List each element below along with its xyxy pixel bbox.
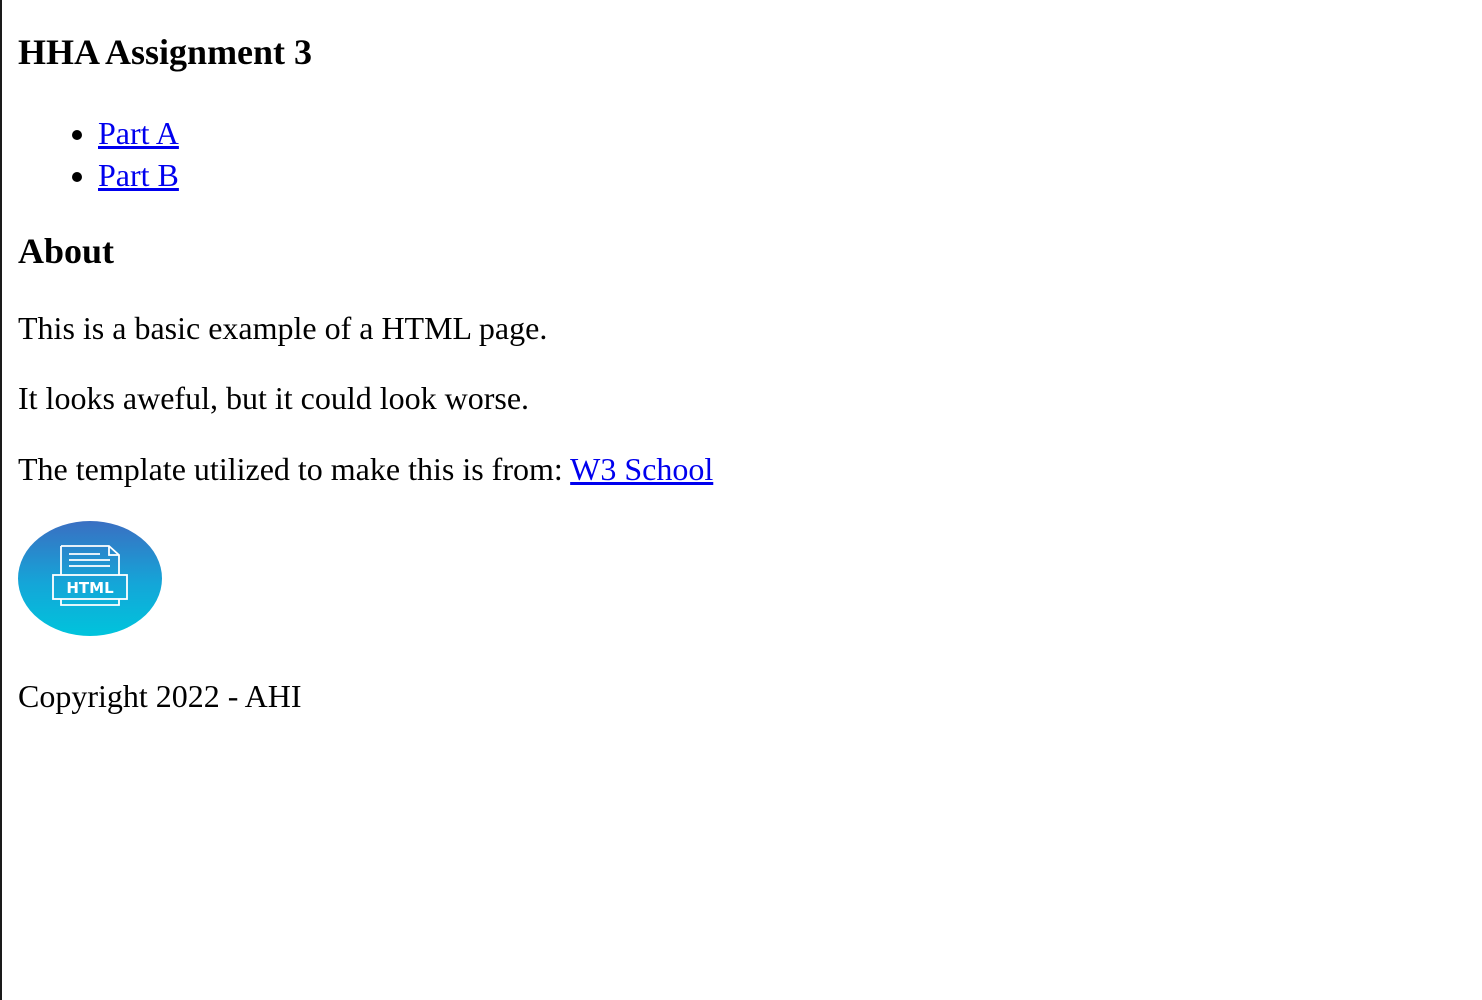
about-paragraph-1: This is a basic example of a HTML page. [18,310,548,346]
html-file-icon: HTML [18,521,162,636]
list-item: Part A [98,112,179,154]
about-paragraph-2: It looks aweful, but it could look worse… [18,380,530,416]
html-logo: HTML [18,521,162,636]
list-item: Part B [98,154,179,196]
nav-link-part-b[interactable]: Part B [98,157,179,193]
w3-school-link[interactable]: W3 School [570,451,713,487]
page-left-border [0,0,2,1000]
page-title: HHA Assignment 3 [18,32,313,72]
template-source-text: The template utilized to make this is fr… [18,451,571,487]
nav-list: Part A Part B [18,112,179,196]
about-paragraph-3: The template utilized to make this is fr… [18,449,713,489]
nav-link-part-a[interactable]: Part A [98,115,179,151]
copyright-footer: Copyright 2022 - AHI [18,678,302,714]
about-heading: About [18,231,115,271]
html-label-text: HTML [66,579,114,597]
